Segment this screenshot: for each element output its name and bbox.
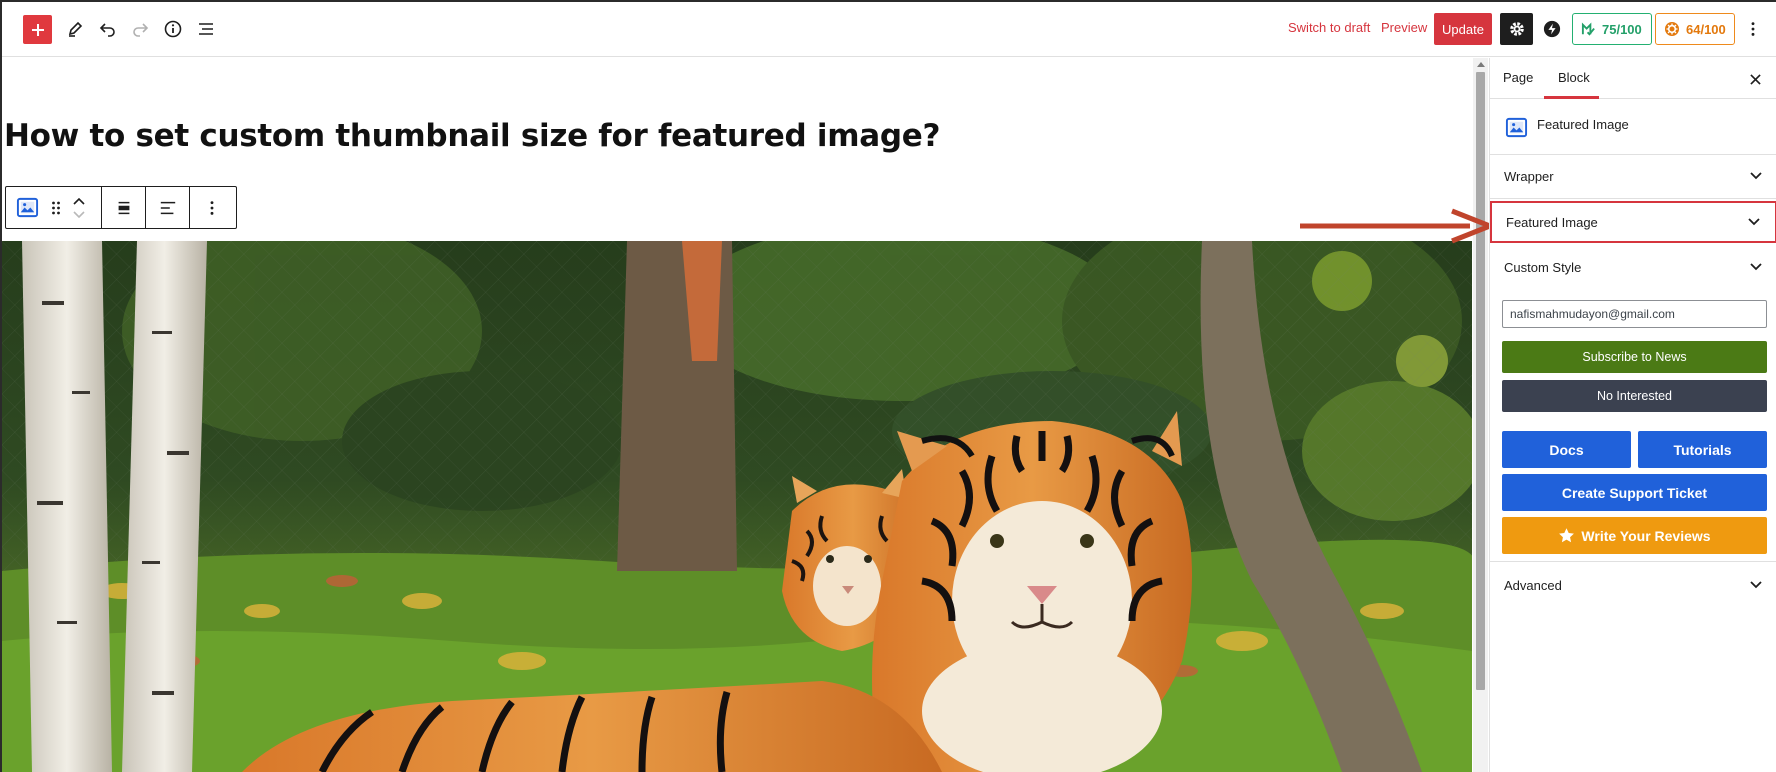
featured-image[interactable] bbox=[2, 241, 1472, 772]
pencil-icon bbox=[68, 21, 83, 37]
annotation-arrow bbox=[1300, 208, 1492, 244]
preview-button[interactable]: Preview bbox=[1381, 20, 1427, 35]
email-field[interactable] bbox=[1502, 300, 1767, 328]
align-center-icon bbox=[118, 201, 129, 214]
justify-button[interactable] bbox=[146, 187, 190, 228]
undo-button[interactable] bbox=[93, 14, 123, 44]
gear-icon bbox=[1509, 22, 1524, 36]
editor-canvas[interactable]: How to set custom thumbnail size for fea… bbox=[2, 58, 1472, 772]
readability-score: 64/100 bbox=[1686, 21, 1726, 37]
details-button[interactable] bbox=[158, 14, 188, 44]
canvas-scrollbar[interactable] bbox=[1473, 58, 1488, 772]
more-vertical-icon bbox=[210, 200, 214, 215]
readability-score-badge[interactable]: 64/100 bbox=[1655, 13, 1735, 45]
chevron-down-icon[interactable] bbox=[73, 210, 85, 218]
editor-header: Switch to draft Preview Update 75/100 64… bbox=[0, 0, 1776, 57]
tutorials-button[interactable]: Tutorials bbox=[1638, 431, 1767, 468]
no-interest-button[interactable]: No Interested bbox=[1502, 380, 1767, 412]
seo-check-icon bbox=[1581, 22, 1595, 36]
scroll-up-arrow[interactable] bbox=[1477, 62, 1485, 67]
close-icon bbox=[1749, 73, 1761, 85]
write-reviews-label: Write Your Reviews bbox=[1581, 527, 1711, 544]
block-card-title: Featured Image bbox=[1537, 117, 1629, 132]
add-block-button[interactable] bbox=[23, 15, 52, 44]
info-icon bbox=[164, 20, 182, 38]
chevron-down-icon bbox=[1748, 218, 1760, 226]
write-reviews-button[interactable]: Write Your Reviews bbox=[1502, 517, 1767, 554]
move-buttons bbox=[73, 197, 85, 218]
block-card-icon bbox=[1504, 115, 1528, 139]
redo-button[interactable] bbox=[125, 14, 155, 44]
star-icon bbox=[1559, 528, 1575, 543]
scrollbar-thumb[interactable] bbox=[1476, 72, 1485, 690]
block-switcher-group bbox=[6, 187, 102, 228]
chevron-up-icon[interactable] bbox=[73, 197, 85, 205]
seo-score-badge[interactable]: 75/100 bbox=[1572, 13, 1652, 45]
list-view-icon bbox=[199, 23, 213, 35]
plugin-button[interactable] bbox=[1540, 17, 1564, 41]
readability-icon bbox=[1665, 22, 1679, 36]
justify-left-icon bbox=[160, 201, 175, 214]
post-title[interactable]: How to set custom thumbnail size for fea… bbox=[4, 118, 940, 154]
support-ticket-button[interactable]: Create Support Ticket bbox=[1502, 474, 1767, 511]
tab-block[interactable]: Block bbox=[1558, 70, 1590, 85]
chevron-down-icon bbox=[1750, 263, 1762, 271]
panel-custom-style[interactable]: Custom Style bbox=[1490, 244, 1776, 290]
options-button[interactable] bbox=[1743, 17, 1763, 41]
panel-wrapper[interactable]: Wrapper bbox=[1490, 154, 1776, 199]
tiger-photo bbox=[2, 241, 1472, 772]
panel-custom-style-title: Custom Style bbox=[1504, 259, 1582, 275]
plus-icon bbox=[31, 23, 44, 36]
tools-button[interactable] bbox=[60, 14, 90, 44]
featured-image-icon[interactable] bbox=[16, 196, 39, 219]
bolt-icon bbox=[1543, 20, 1561, 38]
settings-button[interactable] bbox=[1500, 13, 1533, 45]
align-button[interactable] bbox=[102, 187, 146, 228]
panel-featured-image[interactable]: Featured Image bbox=[1490, 201, 1776, 243]
sidebar-tabs: Page Block bbox=[1490, 58, 1776, 99]
list-view-button[interactable] bbox=[191, 14, 221, 44]
panel-advanced[interactable]: Advanced bbox=[1490, 562, 1776, 608]
docs-button[interactable]: Docs bbox=[1502, 431, 1631, 468]
undo-icon bbox=[99, 23, 115, 37]
drag-handle-icon[interactable] bbox=[51, 200, 61, 216]
more-vertical-icon bbox=[1751, 22, 1755, 36]
redo-icon bbox=[133, 23, 149, 37]
block-options-button[interactable] bbox=[190, 187, 234, 228]
block-toolbar bbox=[5, 186, 237, 229]
panel-featured-image-title: Featured Image bbox=[1506, 214, 1598, 230]
tab-page[interactable]: Page bbox=[1503, 70, 1533, 85]
switch-to-draft-button[interactable]: Switch to draft bbox=[1288, 20, 1370, 35]
panel-advanced-title: Advanced bbox=[1504, 577, 1562, 593]
close-sidebar-button[interactable] bbox=[1744, 68, 1766, 90]
block-card: Featured Image bbox=[1490, 99, 1776, 155]
settings-sidebar: Page Block Featured Image Wrapper Featur… bbox=[1489, 58, 1776, 772]
chevron-down-icon bbox=[1750, 581, 1762, 589]
chevron-down-icon bbox=[1750, 172, 1762, 180]
seo-score: 75/100 bbox=[1602, 21, 1642, 37]
featured-image-icon bbox=[1505, 117, 1527, 137]
subscribe-button[interactable]: Subscribe to News bbox=[1502, 341, 1767, 373]
update-button[interactable]: Update bbox=[1434, 13, 1492, 45]
panel-wrapper-title: Wrapper bbox=[1504, 168, 1554, 184]
